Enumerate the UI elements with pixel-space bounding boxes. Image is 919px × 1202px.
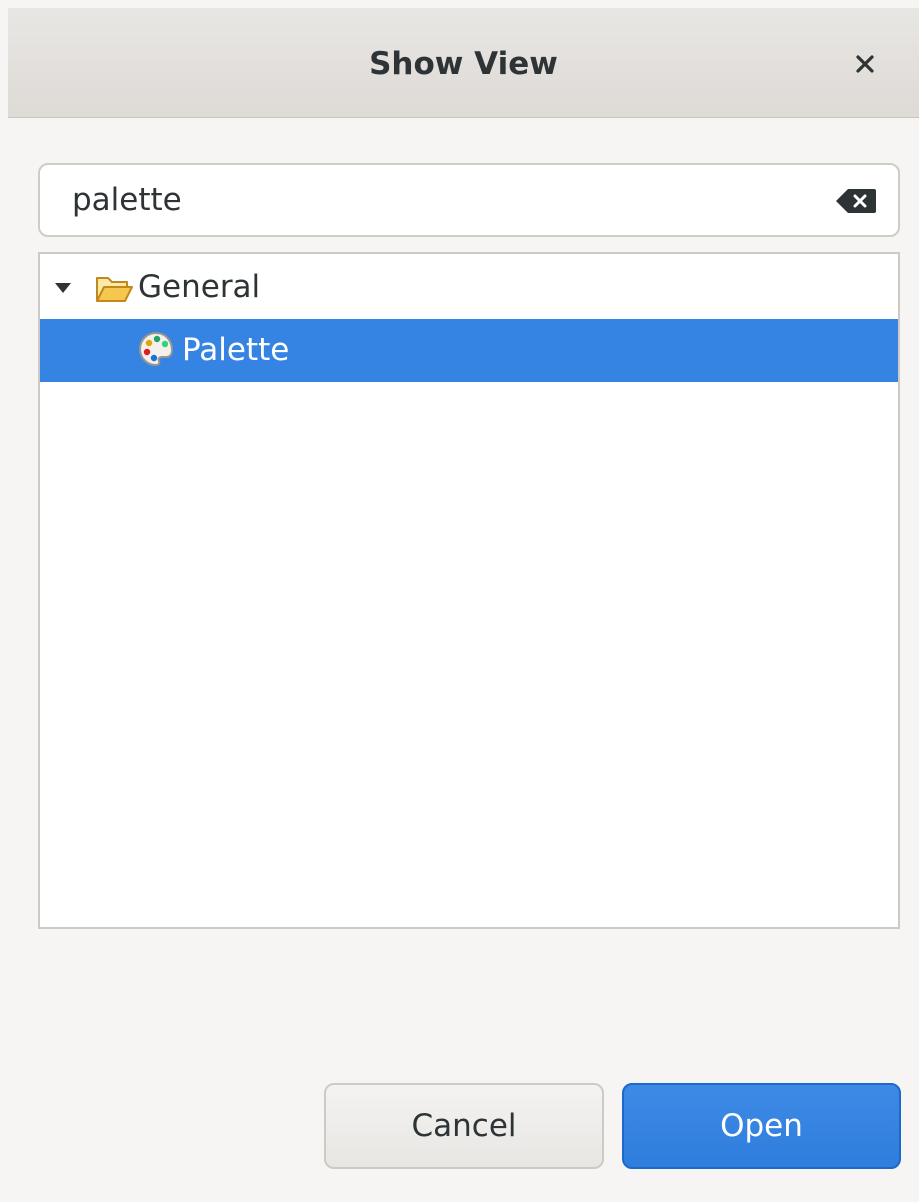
close-button[interactable] bbox=[849, 48, 881, 80]
tree-item-palette[interactable]: Palette bbox=[40, 319, 898, 382]
tree-item-label: Palette bbox=[182, 332, 290, 368]
palette-icon bbox=[138, 331, 174, 367]
open-button[interactable]: Open bbox=[622, 1083, 901, 1169]
close-icon bbox=[856, 55, 874, 73]
tree-item-label: General bbox=[138, 269, 261, 305]
dialog-titlebar: Show View bbox=[8, 8, 919, 118]
clear-text-icon bbox=[836, 189, 876, 213]
expander-down-icon[interactable] bbox=[54, 282, 72, 294]
show-view-dialog: Show View General bbox=[0, 0, 919, 1202]
dialog-title: Show View bbox=[369, 46, 558, 82]
folder-open-icon bbox=[96, 277, 133, 302]
search-input[interactable] bbox=[38, 163, 900, 237]
tree-item-general[interactable]: General bbox=[40, 256, 898, 319]
view-tree: General Palette bbox=[38, 252, 900, 929]
cancel-button[interactable]: Cancel bbox=[324, 1083, 604, 1169]
clear-search-button[interactable] bbox=[835, 188, 877, 214]
